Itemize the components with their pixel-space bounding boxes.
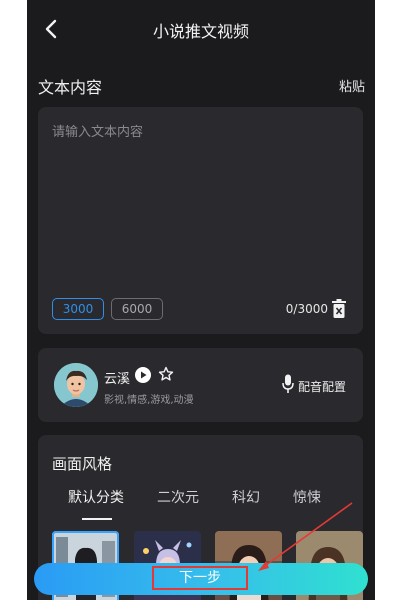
star-icon[interactable] (158, 366, 174, 382)
active-tab-indicator (82, 518, 112, 520)
voice-name: 云溪 (104, 372, 131, 387)
tab-scifi[interactable]: 科幻 (232, 487, 260, 507)
tab-thriller[interactable]: 惊悚 (293, 487, 321, 507)
paste-button[interactable]: 粘贴 (339, 76, 365, 95)
next-step-label: 下一步 (152, 566, 248, 590)
tab-anime[interactable]: 二次元 (157, 487, 199, 507)
style-section-label: 画面风格 (52, 455, 113, 473)
voice-tags: 影视,情感,游戏,动漫 (104, 395, 194, 406)
avatar (54, 363, 98, 407)
play-icon[interactable] (135, 367, 151, 383)
mic-icon (282, 374, 294, 393)
page-title: 小说推文视频 (152, 22, 249, 41)
next-step-button[interactable]: 下一步 (34, 563, 368, 595)
dubbing-config-button[interactable]: 配音配置 (298, 378, 346, 395)
voice-card[interactable]: 云溪 影视,情感,游戏,动漫 配音配置 (38, 348, 363, 422)
trash-icon[interactable] (331, 299, 347, 318)
top-bar: 小说推文视频 (27, 0, 375, 60)
text-content-input[interactable] (52, 121, 347, 281)
char-counter: 0/3000 (285, 302, 328, 316)
text-input-card: 3000 6000 0/3000 (38, 107, 363, 334)
text-section-label: 文本内容 (38, 78, 103, 97)
length-option-6000[interactable]: 6000 (111, 298, 163, 320)
tab-default[interactable]: 默认分类 (68, 487, 124, 507)
length-option-3000[interactable]: 3000 (52, 298, 104, 320)
phone-screen: 小说推文视频 文本内容 粘贴 3000 6000 0/3000 (27, 0, 375, 600)
